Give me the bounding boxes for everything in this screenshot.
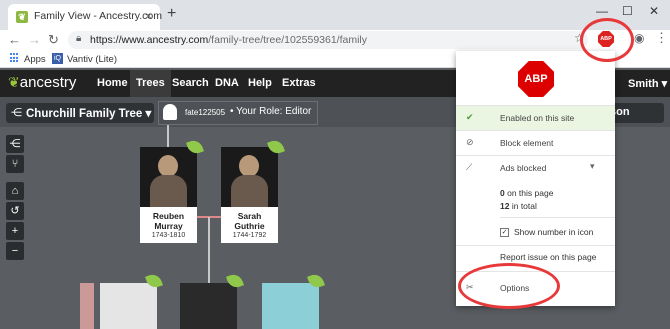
role-label: • Your Role: Editor [230,106,312,117]
highlight-circle [580,18,634,62]
child-connector [208,217,210,283]
ancestry-logo[interactable]: ❦ancestry [8,74,76,91]
tree-icon: ⋲ [11,107,22,119]
person-first-name: Reuben [152,211,185,221]
connector-line [167,125,169,147]
person-last-name: Murray [154,221,183,231]
tab-close-icon[interactable]: × [145,9,152,23]
url-text: https://www.ancestry.com/family-tree/tre… [90,34,367,46]
zoom-in-icon[interactable]: + [6,222,24,240]
enabled-label: Enabled on this site [500,113,575,123]
bookmark-vantiv[interactable]: Vantiv (Lite) [67,54,117,65]
chevron-down-icon: ▾ [661,78,668,90]
screen: { "browser": { "tab_title": "Family View… [0,0,670,329]
family-view-icon[interactable]: ⑂ [6,155,24,173]
url-path: /family-tree/tree/102559361/family [208,34,368,46]
child-photo[interactable] [180,283,237,329]
nav-dna[interactable]: DNA [215,77,239,89]
nav-help[interactable]: Help [248,77,272,89]
tree-selector-button[interactable]: ⋲ Churchill Family Tree ▾ [6,103,154,123]
highlight-circle [458,263,560,309]
tree-name: Churchill Family Tree ▾ [26,108,152,120]
check-icon: ✔ [466,112,474,122]
divider [500,217,615,218]
tree-owner-name: fate122505 [185,108,226,117]
new-tab-icon[interactable]: + [167,6,176,22]
apps-icon [10,53,20,63]
browser-toolbar: ← → ↻ 🔒︎ https://www.ancestry.com/family… [0,30,670,50]
home-icon[interactable]: ⌂ [6,182,24,200]
on-page-stat: 0 on this page [500,188,553,198]
vantiv-icon: iQ [52,53,63,64]
stacked-photo-icon [80,283,94,329]
menu-icon[interactable]: ⋮ [655,30,668,46]
logo-text: ancestry [19,74,77,91]
tab-title: Family View - Ancestry.com [34,10,162,22]
block-label: Block element [500,138,554,148]
address-bar[interactable]: 🔒︎ https://www.ancestry.com/family-tree/… [68,31,588,49]
ads-blocked-toggle[interactable]: ⟋ Ads blocked ▾ [456,156,615,180]
nav-search[interactable]: Search [172,77,209,89]
url-host: https://www.ancestry.com [90,34,209,46]
pedigree-view-icon[interactable]: ⋲ [6,135,24,153]
reload-icon[interactable]: ↻ [48,32,59,48]
nav-home[interactable]: Home [97,77,128,89]
bookmark-apps[interactable]: Apps [24,54,46,65]
show-number-label: Show number in icon [514,227,594,237]
on-page-label: on this page [507,188,554,198]
tree-name-text: Churchill Family Tree [26,108,143,120]
nav-trees[interactable]: Trees [130,70,171,97]
report-issue-link[interactable]: Report issue on this page [500,252,596,262]
maximize-icon[interactable]: ☐ [622,4,633,18]
total-stat: 12 in total [500,201,537,211]
child-photo[interactable] [100,283,157,329]
person-years: 1744-1792 [232,232,267,239]
person-photo [140,147,197,207]
abp-logo-icon: ABP [518,61,554,97]
browser-tab[interactable]: ❦ Family View - Ancestry.com × [8,4,162,30]
back-icon[interactable]: ← [8,32,21,47]
zoom-out-icon[interactable]: − [6,242,24,260]
person-info: Reuben Murray 1743-1810 [140,207,197,243]
on-page-count: 0 [500,188,505,198]
person-photo [221,147,278,207]
enabled-toggle[interactable]: ✔ Enabled on this site [456,106,615,130]
person-years: 1743-1810 [151,232,186,239]
account-icon[interactable]: ◉ [634,31,644,45]
total-count: 12 [500,201,510,211]
total-label: in total [511,201,537,211]
divider [456,245,615,246]
role-text: Your Role: Editor [236,106,312,117]
chevron-down-icon: ▾ [590,161,595,171]
placeholder-photo[interactable] [262,283,319,329]
reset-icon[interactable]: ↺ [6,202,24,220]
person-last-name: Guthrie [234,221,265,231]
ads-blocked-label: Ads blocked [500,163,547,173]
block-icon: ⊘ [466,137,474,147]
user-avatar-icon [163,104,177,120]
chart-icon: ⟋ [466,162,473,172]
ancestry-favicon-icon: ❦ [16,11,28,23]
lock-icon: 🔒︎ [76,33,82,44]
ancestry-leaf-icon: ❦ [8,74,20,90]
minimize-icon[interactable]: — [596,4,608,18]
close-window-icon[interactable]: ✕ [649,4,659,18]
nav-extras[interactable]: Extras [282,77,316,89]
person-first-name: Sarah [237,211,262,221]
show-number-checkbox[interactable]: ✓ [500,228,509,237]
block-element-button[interactable]: ⊘ Block element [456,131,615,155]
forward-icon[interactable]: → [28,32,41,47]
user-name: Smith [628,78,659,90]
user-menu[interactable]: Smith ▾ [628,77,667,90]
person-info: Sarah Guthrie 1744-1792 [221,207,278,243]
